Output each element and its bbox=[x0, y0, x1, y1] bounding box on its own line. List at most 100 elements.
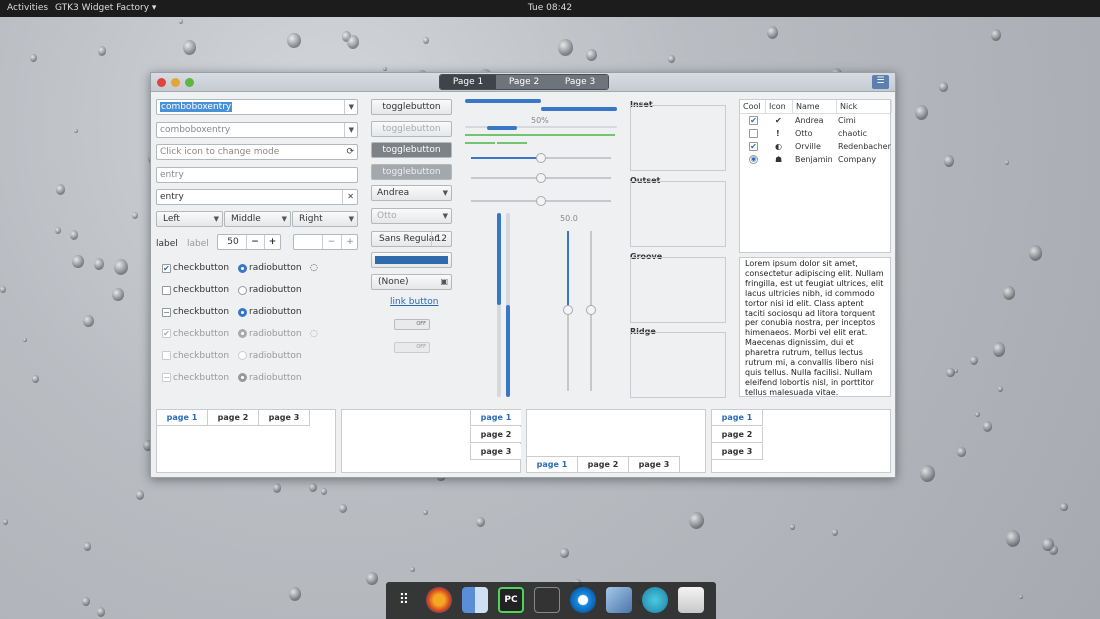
radio-unselected[interactable] bbox=[238, 286, 247, 295]
dropdown-middle[interactable]: Middle ▼ bbox=[224, 211, 291, 227]
dock: ⠿ PC bbox=[386, 582, 716, 619]
checkbox-checked[interactable]: ✔ bbox=[162, 264, 171, 273]
maximize-icon[interactable] bbox=[185, 78, 194, 87]
raindrop bbox=[382, 66, 387, 72]
column-header-cool[interactable]: Cool bbox=[740, 100, 766, 113]
notebook-tab-1[interactable]: page 1 bbox=[157, 410, 208, 426]
preview-icon[interactable] bbox=[606, 587, 632, 613]
link-button[interactable]: link button bbox=[390, 297, 438, 307]
entry-field-filled[interactable]: entry ✕ bbox=[156, 189, 358, 205]
menu-icon[interactable]: ☰ bbox=[872, 75, 889, 89]
notebook-tab-3[interactable]: page 3 bbox=[259, 410, 310, 426]
column-header-name[interactable]: Name bbox=[793, 100, 837, 113]
notebook-tab-2[interactable]: page 2 bbox=[578, 456, 629, 472]
togglebutton-active[interactable]: togglebutton bbox=[371, 142, 452, 158]
text-view[interactable]: Lorem ipsum dolor sit amet, consectetur … bbox=[739, 257, 891, 397]
notebook-tab-1[interactable]: page 1 bbox=[527, 456, 578, 472]
spinner-icon: ◌ bbox=[310, 329, 318, 339]
shield-icon[interactable] bbox=[678, 587, 704, 613]
audio-icon[interactable] bbox=[642, 587, 668, 613]
scale-handle[interactable] bbox=[536, 196, 546, 206]
switch-off[interactable]: OFF bbox=[394, 319, 430, 330]
radio-label: radiobutton bbox=[249, 307, 302, 317]
plus-icon[interactable]: + bbox=[341, 235, 358, 249]
dropdown-right[interactable]: Right ▼ bbox=[292, 211, 358, 227]
notebook-tab-3[interactable]: page 3 bbox=[629, 456, 680, 472]
radio-label: radiobutton bbox=[249, 351, 302, 361]
togglebutton[interactable]: togglebutton bbox=[371, 99, 452, 115]
raindrop bbox=[112, 287, 124, 302]
cool-checkbox[interactable] bbox=[749, 129, 758, 138]
clock[interactable]: Tue 08:42 bbox=[0, 0, 1100, 17]
cool-checkbox[interactable]: ✔ bbox=[749, 142, 758, 151]
checkbox-inconsistent[interactable]: − bbox=[162, 308, 171, 317]
notebook-tab-2[interactable]: page 2 bbox=[470, 427, 521, 443]
vertical-scale-fill bbox=[567, 231, 569, 310]
notebook-tab-1[interactable]: page 1 bbox=[712, 410, 763, 426]
notebook-tab-2[interactable]: page 2 bbox=[208, 410, 259, 426]
raindrop bbox=[983, 421, 993, 432]
checkbox-unchecked[interactable] bbox=[162, 286, 171, 295]
scale-handle[interactable] bbox=[536, 153, 546, 163]
combobox-andrea[interactable]: Andrea ▼ bbox=[371, 185, 452, 201]
spin-button[interactable]: 50− + bbox=[217, 234, 281, 250]
notebook-tab-1[interactable]: page 1 bbox=[470, 410, 521, 426]
close-icon[interactable] bbox=[157, 78, 166, 87]
show-apps-icon[interactable]: ⠿ bbox=[391, 587, 417, 613]
raindrop bbox=[1005, 529, 1021, 547]
raindrop bbox=[423, 509, 428, 515]
firefox-icon[interactable] bbox=[426, 587, 452, 613]
timemachine-icon[interactable] bbox=[570, 587, 596, 613]
font-size: 12 bbox=[430, 232, 447, 246]
radio-inconsistent[interactable] bbox=[238, 308, 247, 317]
font-button[interactable]: Sans Regular 12 bbox=[371, 231, 452, 247]
combobox-entry-1[interactable]: comboboxentry ▼ bbox=[156, 99, 358, 115]
notebook-tab-2[interactable]: page 2 bbox=[712, 427, 763, 443]
scale-value-label: 50.0 bbox=[560, 214, 578, 223]
chevron-down-icon[interactable]: ▼ bbox=[343, 123, 354, 137]
plus-icon[interactable]: + bbox=[264, 235, 280, 249]
minus-icon[interactable]: − bbox=[322, 235, 340, 249]
row-nick: Company bbox=[838, 155, 877, 164]
scale-handle[interactable] bbox=[536, 173, 546, 183]
chevron-down-icon[interactable]: ▼ bbox=[343, 100, 354, 114]
icon-mode-entry[interactable]: Click icon to change mode ⟳ bbox=[156, 144, 358, 160]
refresh-icon[interactable]: ⟳ bbox=[346, 145, 354, 159]
dropdown-left[interactable]: Left ▼ bbox=[156, 211, 223, 227]
notebook-tab-3[interactable]: page 3 bbox=[470, 444, 521, 460]
file-chooser-button[interactable]: (None) ▣ bbox=[371, 274, 452, 290]
entry-field[interactable]: entry bbox=[156, 167, 358, 183]
notebook-tab-3[interactable]: page 3 bbox=[712, 444, 763, 460]
raindrop bbox=[74, 128, 79, 134]
clear-icon[interactable]: ✕ bbox=[342, 190, 354, 204]
cool-radio[interactable]: ◉ bbox=[749, 155, 758, 164]
tab-page-1[interactable]: Page 1 bbox=[440, 75, 496, 89]
raindrop bbox=[1018, 595, 1023, 600]
cool-checkbox[interactable]: ✔ bbox=[749, 116, 758, 125]
finder-icon[interactable] bbox=[462, 587, 488, 613]
terminal-icon[interactable] bbox=[534, 587, 560, 613]
top-bar: Activities GTK3 Widget Factory ▾ Tue 08:… bbox=[0, 0, 1100, 17]
minus-icon[interactable]: − bbox=[246, 235, 263, 249]
table-row[interactable]: ◉ ☗ Benjamin Company bbox=[740, 153, 890, 166]
tab-page-3[interactable]: Page 3 bbox=[552, 75, 608, 89]
table-row[interactable]: ✔ ✔ Andrea Cimi bbox=[740, 114, 890, 127]
spin-button-empty[interactable]: − + bbox=[293, 234, 358, 250]
minimize-icon[interactable] bbox=[171, 78, 180, 87]
chevron-down-icon: ▼ bbox=[442, 212, 448, 220]
tab-page-2[interactable]: Page 2 bbox=[496, 75, 552, 89]
table-row[interactable]: ✔ ◐ Orville Redenbacher bbox=[740, 140, 891, 153]
raindrop bbox=[289, 587, 302, 601]
table-row[interactable]: ! Otto chaotic bbox=[740, 127, 890, 140]
radio-selected[interactable] bbox=[238, 264, 247, 273]
vertical-scale-handle[interactable] bbox=[586, 305, 596, 315]
raindrop bbox=[97, 607, 106, 617]
column-header-icon[interactable]: Icon bbox=[766, 100, 793, 113]
tree-view[interactable]: Cool Icon Name Nick ✔ ✔ Andrea Cimi ! Ot… bbox=[739, 99, 892, 253]
vertical-scale-handle[interactable] bbox=[563, 305, 573, 315]
column-header-nick[interactable]: Nick bbox=[837, 100, 892, 113]
color-button[interactable] bbox=[371, 252, 452, 268]
raindrop bbox=[423, 36, 429, 44]
pycharm-icon[interactable]: PC bbox=[498, 587, 524, 613]
combobox-entry-2[interactable]: comboboxentry ▼ bbox=[156, 122, 358, 138]
